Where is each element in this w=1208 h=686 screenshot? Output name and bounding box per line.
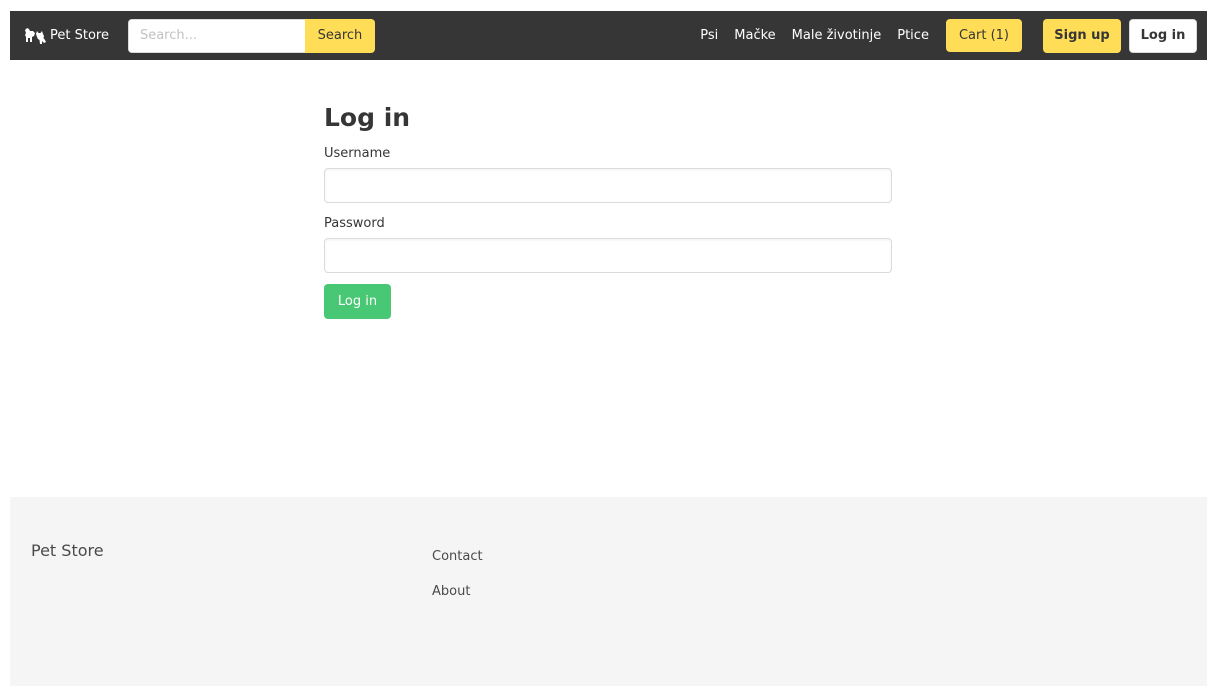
nav-link-macke[interactable]: Mačke	[726, 11, 783, 60]
search-input[interactable]	[127, 18, 305, 53]
password-label: Password	[324, 216, 385, 231]
cart-button[interactable]: Cart (1)	[945, 19, 1022, 52]
brand-link[interactable]: Pet Store	[10, 11, 109, 60]
sign-up-button[interactable]: Sign up	[1043, 18, 1121, 53]
cat-and-dog-logo-icon	[23, 27, 47, 45]
username-label: Username	[324, 146, 391, 161]
nav-link-psi[interactable]: Psi	[692, 11, 726, 60]
footer-brand: Pet Store	[31, 541, 104, 560]
brand-label: Pet Store	[50, 28, 109, 43]
nav-log-in-button[interactable]: Log in	[1129, 18, 1197, 53]
password-field[interactable]	[324, 238, 892, 273]
login-section: Log in Username Password Log in	[324, 60, 892, 319]
footer-link-about[interactable]: About	[432, 583, 483, 601]
search-group: Search	[127, 18, 375, 53]
nav-link-male-zivotinje[interactable]: Male životinje	[784, 11, 890, 60]
footer-links: Contact About	[432, 548, 483, 601]
footer: Pet Store Contact About	[10, 497, 1207, 686]
log-in-submit-button[interactable]: Log in	[324, 284, 391, 319]
page-frame: Pet Store Search Psi Mačke Male životinj…	[10, 11, 1207, 686]
search-button[interactable]: Search	[304, 18, 375, 53]
navbar-end: Psi Mačke Male životinje Ptice Cart (1) …	[692, 11, 1207, 60]
page-title: Log in	[324, 103, 411, 132]
top-navbar: Pet Store Search Psi Mačke Male životinj…	[10, 11, 1207, 60]
nav-link-ptice[interactable]: Ptice	[889, 11, 937, 60]
username-field[interactable]	[324, 168, 892, 203]
footer-link-contact[interactable]: Contact	[432, 548, 483, 566]
